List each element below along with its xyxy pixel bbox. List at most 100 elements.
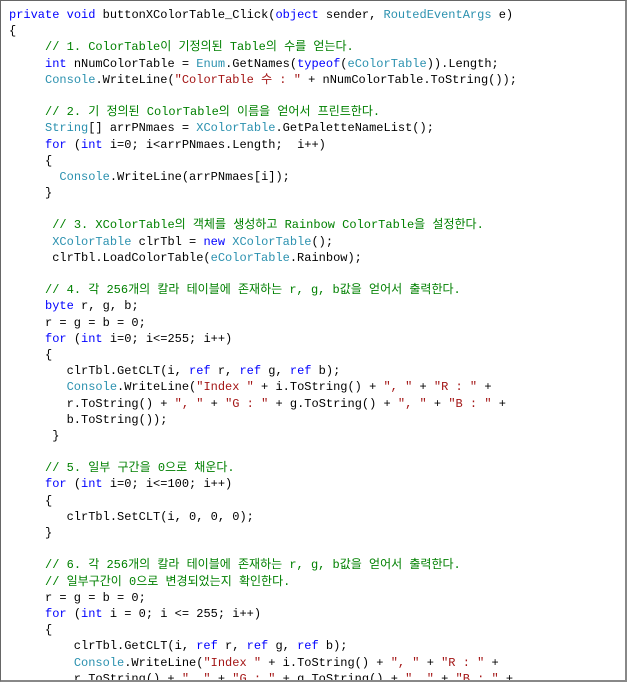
code-token-plain: r = g = b = 0; — [9, 316, 146, 330]
code-token-str: "ColorTable 수 : " — [175, 73, 301, 87]
code-token-str: "G : " — [225, 397, 268, 411]
code-token-str: ", " — [175, 397, 204, 411]
code-token-str: "B : " — [448, 397, 491, 411]
code-token-plain: e) — [492, 8, 514, 22]
code-token-kw: for — [45, 607, 67, 621]
code-token-cmt: // 5. 일부 구간을 0으로 채운다. — [45, 461, 235, 475]
code-token-plain: sender, — [319, 8, 384, 22]
code-token-plain — [9, 218, 52, 232]
code-token-str: "Index " — [196, 380, 254, 394]
code-token-plain: } — [9, 429, 59, 443]
code-token-str: ", " — [405, 672, 434, 682]
code-token-str: "Index " — [203, 656, 261, 670]
code-token-plain — [9, 40, 45, 54]
code-token-plain: + — [484, 656, 498, 670]
code-token-plain: b); — [311, 364, 340, 378]
code-token-plain: ( — [67, 332, 81, 346]
code-token-plain — [9, 575, 45, 589]
code-token-kw: private — [9, 8, 59, 22]
code-token-kw: int — [45, 57, 67, 71]
code-token-plain: r = g = b = 0; — [9, 591, 146, 605]
code-token-plain: + g.ToString() + — [268, 397, 398, 411]
code-token-kw: object — [275, 8, 318, 22]
code-token-type: Console — [45, 73, 95, 87]
code-token-plain: b.ToString()); — [9, 413, 167, 427]
code-token-plain — [9, 283, 45, 297]
code-token-type: XColorTable — [232, 235, 311, 249]
code-token-kw: ref — [290, 364, 312, 378]
code-token-plain: + — [211, 672, 233, 682]
code-token-kw: ref — [196, 639, 218, 653]
code-token-plain: } — [9, 186, 52, 200]
code-token-plain — [9, 332, 45, 346]
code-token-plain — [9, 121, 45, 135]
code-token-plain — [9, 105, 45, 119]
code-token-plain: clrTbl = — [131, 235, 203, 249]
code-token-plain: i=0; i<arrPNmaes.Length; i++) — [103, 138, 326, 152]
code-token-cmt: // 4. 각 256개의 칼라 테이블에 존재하는 r, g, b값을 얻어서… — [45, 283, 461, 297]
code-token-type: Console — [74, 656, 124, 670]
code-token-plain: { — [9, 154, 52, 168]
code-token-kw: int — [81, 332, 103, 346]
code-token-plain: g, — [268, 639, 297, 653]
code-token-str: ", " — [391, 656, 420, 670]
code-token-kw: ref — [297, 639, 319, 653]
code-token-plain — [9, 380, 67, 394]
code-token-plain: ( — [67, 607, 81, 621]
code-token-cmt: // 3. XColorTable의 객체를 생성하고 Rainbow Colo… — [52, 218, 484, 232]
code-token-kw: typeof — [297, 57, 340, 71]
code-token-plain: [] arrPNmaes = — [88, 121, 196, 135]
code-token-kw: ref — [189, 364, 211, 378]
code-token-kw: ref — [239, 364, 261, 378]
code-token-plain: .Rainbow); — [290, 251, 362, 265]
code-token-plain — [9, 477, 45, 491]
code-token-plain: .WriteLine( — [124, 656, 203, 670]
code-token-cmt: // 6. 각 256개의 칼라 테이블에 존재하는 r, g, b값을 얻어서… — [45, 558, 468, 572]
code-token-kw: ref — [247, 639, 269, 653]
code-token-kw: for — [45, 477, 67, 491]
code-token-kw: int — [81, 138, 103, 152]
code-token-kw: byte — [45, 299, 74, 313]
code-block: private void buttonXColorTable_Click(obj… — [0, 0, 627, 682]
code-token-str: ", " — [182, 672, 211, 682]
code-token-type: eColorTable — [348, 57, 427, 71]
code-token-plain — [9, 235, 52, 249]
code-token-plain — [9, 57, 45, 71]
code-token-kw: new — [203, 235, 225, 249]
code-token-plain: buttonXColorTable_Click( — [95, 8, 275, 22]
code-token-plain: .WriteLine( — [95, 73, 174, 87]
code-token-plain: + — [492, 397, 506, 411]
code-token-plain: ( — [67, 138, 81, 152]
code-token-plain: + — [412, 380, 434, 394]
code-token-cmt: // 1. ColorTable이 기정의된 Table의 수를 얻는다. — [45, 40, 354, 54]
code-token-plain: { — [9, 494, 52, 508]
code-token-str: ", " — [398, 397, 427, 411]
code-token-plain — [9, 299, 45, 313]
code-token-plain: )).Length; — [427, 57, 499, 71]
code-token-kw: for — [45, 138, 67, 152]
code-token-plain: clrTbl.GetCLT(i, — [9, 364, 189, 378]
code-token-plain: + i.ToString() + — [254, 380, 384, 394]
code-token-plain — [9, 607, 45, 621]
code-token-plain: r.ToString() + — [9, 672, 182, 682]
code-token-plain: { — [9, 623, 52, 637]
code-token-str: "R : " — [434, 380, 477, 394]
code-token-plain: + — [203, 397, 225, 411]
code-token-plain: + — [427, 397, 449, 411]
code-token-plain: + g.ToString() + — [275, 672, 405, 682]
code-token-plain: (); — [311, 235, 333, 249]
code-token-plain: .GetNames( — [225, 57, 297, 71]
code-token-plain: b); — [319, 639, 348, 653]
code-token-plain: g, — [261, 364, 290, 378]
code-token-plain — [9, 656, 74, 670]
code-token-type: String — [45, 121, 88, 135]
code-token-plain: + — [499, 672, 513, 682]
code-token-type: Console — [67, 380, 117, 394]
code-token-plain: i = 0; i <= 255; i++) — [103, 607, 261, 621]
code-token-plain: } — [9, 526, 52, 540]
code-token-plain: i=0; i<=100; i++) — [103, 477, 233, 491]
code-token-str: "R : " — [441, 656, 484, 670]
code-token-plain — [9, 170, 59, 184]
code-token-type: eColorTable — [211, 251, 290, 265]
code-token-plain: clrTbl.LoadColorTable( — [9, 251, 211, 265]
